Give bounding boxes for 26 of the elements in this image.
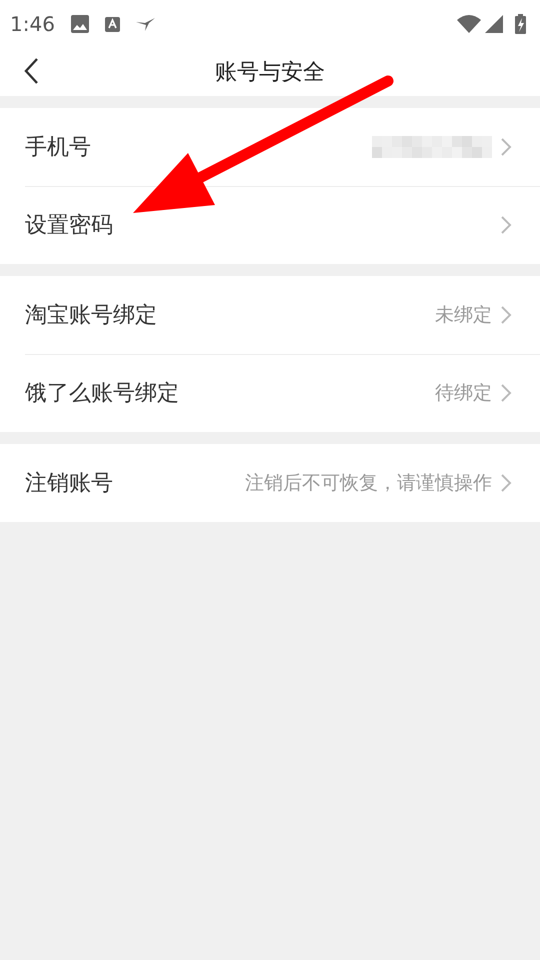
- settings-row[interactable]: 饿了么账号绑定 待绑定: [0, 354, 540, 432]
- row-label: 设置密码: [25, 212, 113, 240]
- chevron-icon: [500, 305, 512, 325]
- wifi-icon: [457, 15, 481, 33]
- settings-row[interactable]: 手机号: [0, 108, 540, 186]
- row-label: 饿了么账号绑定: [25, 380, 179, 408]
- image-icon: [70, 15, 89, 33]
- chevron-icon: [500, 137, 512, 157]
- settings-row[interactable]: 注销账号 注销后不可恢复，请谨慎操作: [0, 444, 540, 522]
- row-label: 注销账号: [25, 470, 113, 498]
- chevron-icon: [500, 383, 512, 403]
- bird-icon: [136, 17, 156, 31]
- settings-row[interactable]: 淘宝账号绑定 未绑定: [0, 276, 540, 354]
- chevron-icon: [500, 473, 512, 493]
- chevron-icon: [500, 215, 512, 235]
- row-value: 未绑定: [435, 302, 492, 328]
- row-value: 注销后不可恢复，请谨慎操作: [245, 470, 492, 496]
- font-icon: [104, 16, 120, 32]
- battery-icon: [515, 14, 526, 34]
- status-time: 1:46: [10, 11, 55, 38]
- row-value: 待绑定: [435, 380, 492, 406]
- page-title: 账号与安全: [215, 58, 325, 86]
- row-label: 淘宝账号绑定: [25, 302, 157, 330]
- settings-row[interactable]: 设置密码: [0, 186, 540, 264]
- row-label: 手机号: [25, 134, 91, 162]
- signal-icon: [485, 15, 503, 33]
